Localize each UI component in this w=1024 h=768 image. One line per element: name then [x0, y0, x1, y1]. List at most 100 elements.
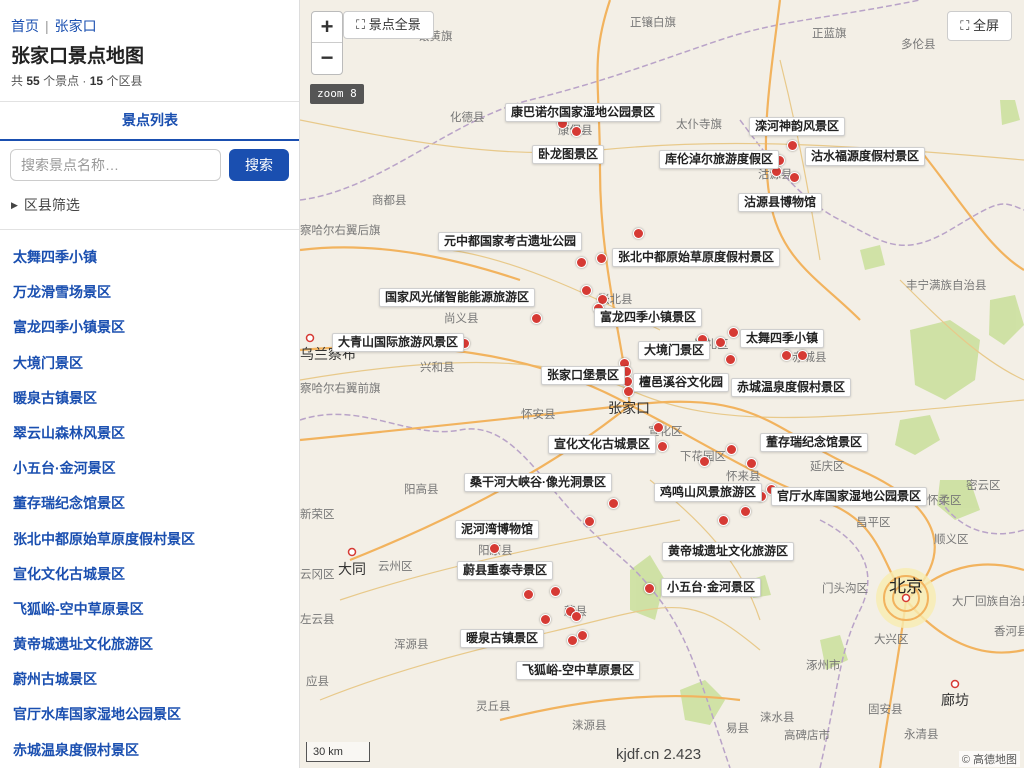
spot-list-item[interactable]: 小五台·金河景区 — [0, 451, 299, 486]
poi-marker[interactable] — [780, 349, 792, 361]
poi-label[interactable]: 赤城温泉度假村景区 — [731, 378, 852, 397]
poi-marker[interactable] — [539, 613, 551, 625]
poi-marker[interactable] — [575, 256, 587, 268]
tab-spot-list[interactable]: 景点列表 — [0, 102, 299, 141]
poi-marker[interactable] — [739, 505, 751, 517]
search-button[interactable]: 搜索 — [229, 149, 289, 181]
poi-label[interactable]: 沽源县博物馆 — [738, 193, 823, 212]
poi-marker[interactable] — [583, 515, 595, 527]
poi-label[interactable]: 康巴诺尔国家湿地公园景区 — [505, 103, 662, 122]
poi-label[interactable]: 小五台·金河景区 — [661, 578, 761, 597]
spot-list-item[interactable]: 太舞四季小镇 — [0, 240, 299, 275]
poi-label[interactable]: 檀邑溪谷文化园 — [633, 373, 730, 392]
overview-button[interactable]: ⛶ 景点全景 — [343, 11, 434, 39]
place-label: 怀安县 — [521, 409, 556, 421]
poi-marker[interactable] — [522, 588, 534, 600]
breadcrumb-current-link[interactable]: 张家口 — [55, 18, 97, 34]
place-label: 北京 — [889, 577, 923, 596]
poi-marker[interactable] — [714, 336, 726, 348]
place-label: 顺义区 — [934, 534, 969, 546]
spot-list-item[interactable]: 董存瑞纪念馆景区 — [0, 486, 299, 521]
poi-marker[interactable] — [595, 252, 607, 264]
poi-marker[interactable] — [580, 284, 592, 296]
breadcrumb-home-link[interactable]: 首页 — [11, 18, 39, 34]
poi-marker[interactable] — [549, 585, 561, 597]
poi-marker[interactable] — [488, 542, 500, 554]
poi-label[interactable]: 大青山国际旅游风景区 — [332, 333, 465, 352]
poi-marker[interactable] — [724, 353, 736, 365]
poi-marker[interactable] — [698, 455, 710, 467]
overview-button-label: 景点全景 — [368, 17, 421, 32]
poi-label[interactable]: 宣化文化古城景区 — [548, 435, 657, 454]
poi-label[interactable]: 蔚县重泰寺景区 — [457, 561, 554, 580]
poi-label[interactable]: 大境门景区 — [638, 341, 711, 360]
poi-label[interactable]: 卧龙图景区 — [532, 145, 605, 164]
scale-bar: 30 km — [306, 742, 370, 762]
poi-label[interactable]: 元中都国家考古遗址公园 — [438, 232, 583, 251]
spot-list-item[interactable]: 富龙四季小镇景区 — [0, 310, 299, 345]
poi-label[interactable]: 库伦淖尔旅游度假区 — [659, 150, 780, 169]
poi-marker[interactable] — [566, 634, 578, 646]
poi-marker[interactable] — [570, 125, 582, 137]
poi-marker[interactable] — [570, 610, 582, 622]
county-filter-toggle[interactable]: ▶ 区县筛选 — [11, 195, 80, 215]
poi-label[interactable]: 董存瑞纪念馆景区 — [760, 433, 869, 452]
zoom-in-button[interactable]: + — [312, 12, 342, 43]
place-label: 大厂回族自治县 — [952, 596, 1024, 608]
spot-list-item[interactable]: 黄帝城遗址文化旅游区 — [0, 627, 299, 662]
place-label: 丰宁满族自治县 — [906, 280, 987, 292]
poi-label[interactable]: 官厅水库国家湿地公园景区 — [771, 487, 928, 506]
spot-list-item[interactable]: 大境门景区 — [0, 346, 299, 381]
spot-list-item[interactable]: 蔚州古城景区 — [0, 662, 299, 697]
map-view[interactable]: 正镶白旗 镶黄旗 正蓝旗 多伦县 化德县 太仆寺旗 康保县 沽源县 商都县 察哈… — [300, 0, 1024, 768]
spot-list-item[interactable]: 万龙滑雪场景区 — [0, 275, 299, 310]
spot-list-item[interactable]: 张北中都原始草原度假村景区 — [0, 522, 299, 557]
page-title: 张家口景点地图 — [11, 46, 145, 67]
poi-label[interactable]: 泥河湾博物馆 — [455, 520, 540, 539]
fullscreen-button[interactable]: ⛶ 全屏 — [947, 11, 1012, 41]
poi-label[interactable]: 富龙四季小镇景区 — [594, 308, 703, 327]
poi-label[interactable]: 张家口堡景区 — [541, 366, 626, 385]
poi-label[interactable]: 滦河神韵风景区 — [749, 117, 846, 136]
place-label: 密云区 — [966, 480, 1001, 492]
place-label: 廊坊 — [941, 692, 969, 708]
poi-marker[interactable] — [788, 171, 800, 183]
poi-label[interactable]: 沽水福源度假村景区 — [805, 147, 926, 166]
poi-marker[interactable] — [530, 312, 542, 324]
spot-list-item[interactable]: 宣化文化古城景区 — [0, 557, 299, 592]
poi-label[interactable]: 黄帝城遗址文化旅游区 — [662, 542, 795, 561]
poi-marker[interactable] — [745, 457, 757, 469]
poi-label[interactable]: 鸡鸣山风景旅游区 — [654, 483, 763, 502]
spot-list-item[interactable]: 翠云山森林风景区 — [0, 416, 299, 451]
poi-marker[interactable] — [622, 385, 634, 397]
poi-label[interactable]: 暖泉古镇景区 — [460, 629, 545, 648]
poi-marker[interactable] — [607, 497, 619, 509]
spot-list-item[interactable]: 赤城温泉度假村景区 — [0, 733, 299, 768]
spot-list-item[interactable]: 官厅水库国家湿地公园景区 — [0, 697, 299, 732]
poi-marker[interactable] — [796, 349, 808, 361]
place-label: 应县 — [306, 676, 329, 688]
place-label: 大兴区 — [874, 634, 909, 646]
poi-label[interactable]: 张北中都原始草原度假村景区 — [612, 248, 781, 267]
poi-marker[interactable] — [727, 326, 739, 338]
place-label: 张家口 — [608, 400, 650, 416]
poi-marker[interactable] — [632, 227, 644, 239]
place-label: 尚义县 — [444, 313, 479, 325]
place-label: 阳高县 — [404, 484, 439, 496]
spot-list-item[interactable]: 飞狐峪-空中草原景区 — [0, 592, 299, 627]
spot-list-item[interactable]: 暖泉古镇景区 — [0, 381, 299, 416]
poi-marker[interactable] — [786, 139, 798, 151]
poi-label[interactable]: 飞狐峪-空中草原景区 — [516, 661, 640, 680]
poi-label[interactable]: 桑干河大峡谷·像光洞景区 — [464, 473, 612, 492]
poi-marker[interactable] — [576, 629, 588, 641]
search-input[interactable] — [10, 149, 221, 181]
zoom-out-button[interactable]: − — [312, 43, 342, 74]
poi-marker[interactable] — [656, 440, 668, 452]
place-label: 兴和县 — [420, 362, 455, 374]
poi-marker[interactable] — [725, 443, 737, 455]
poi-label[interactable]: 国家风光储智能能源旅游区 — [379, 288, 536, 307]
poi-marker[interactable] — [717, 514, 729, 526]
poi-label[interactable]: 太舞四季小镇 — [740, 329, 825, 348]
poi-marker[interactable] — [652, 421, 664, 433]
poi-marker[interactable] — [643, 582, 655, 594]
